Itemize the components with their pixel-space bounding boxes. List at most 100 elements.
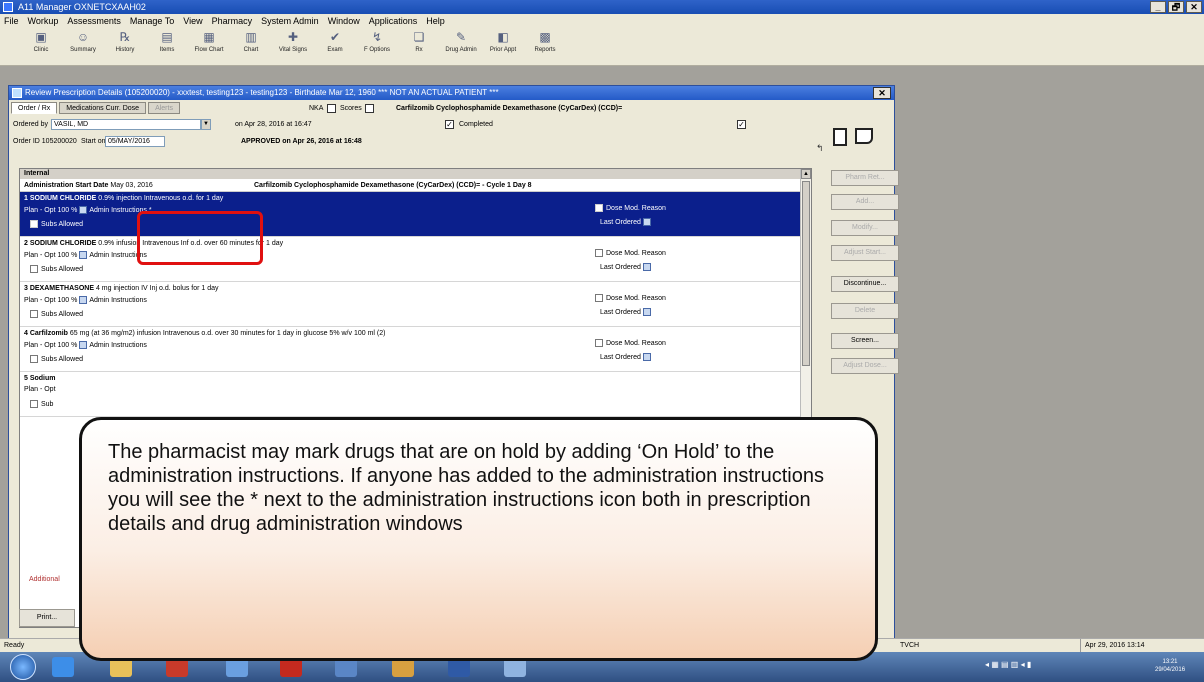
tool-reports[interactable]: ▩ Reports <box>526 28 564 64</box>
document-icon[interactable] <box>833 128 847 146</box>
subs-checkbox[interactable] <box>30 355 38 363</box>
tool-drug-admin[interactable]: ✎ Drug Admin <box>442 28 480 64</box>
menu-applications[interactable]: Applications <box>369 14 418 28</box>
child-close-button[interactable]: ✕ <box>873 87 891 99</box>
last-ordered-icon[interactable] <box>642 218 651 226</box>
subs-checkbox[interactable] <box>30 220 38 228</box>
scroll-thumb[interactable] <box>802 181 810 366</box>
undo-icon[interactable]: ↰ <box>816 143 824 154</box>
exam-icon: ✔ <box>329 30 341 44</box>
tool-rx[interactable]: ❏ Rx <box>400 28 438 64</box>
menubar: File Workup Assessments Manage To View P… <box>0 14 1204 28</box>
delete-button[interactable]: Delete <box>831 303 899 319</box>
subs-label: Subs Allowed <box>41 355 84 363</box>
menu-file[interactable]: File <box>4 14 19 28</box>
restore-button[interactable]: 🗗 <box>1168 1 1184 13</box>
pharm-ret-button[interactable]: Pharm Ret... <box>831 170 899 186</box>
adjust-start-button[interactable]: Adjust Start... <box>831 245 899 261</box>
dose-mod-checkbox[interactable] <box>595 204 603 212</box>
close-button[interactable]: ✕ <box>1186 1 1202 13</box>
tool-flow-chart[interactable]: ▦ Flow Chart <box>190 28 228 64</box>
add-button[interactable]: Add... <box>831 194 899 210</box>
tool-label: Reports <box>534 47 556 53</box>
menu-view[interactable]: View <box>183 14 202 28</box>
tool-label: Items <box>159 47 175 53</box>
tab-alerts[interactable]: Alerts <box>148 102 180 114</box>
menu-system-admin[interactable]: System Admin <box>261 14 319 28</box>
rx-icon: ❏ <box>413 30 425 44</box>
menu-window[interactable]: Window <box>328 14 360 28</box>
subs-label: Subs Allowed <box>41 265 84 273</box>
subs-checkbox[interactable] <box>30 400 38 408</box>
ie-icon[interactable] <box>52 657 74 677</box>
tool-chart[interactable]: ▥ Chart <box>232 28 270 64</box>
last-ordered-icon[interactable] <box>642 308 651 316</box>
tool-prior-appt[interactable]: ◧ Prior Appt <box>484 28 522 64</box>
note-icon[interactable] <box>855 128 873 144</box>
tool-summary[interactable]: ☺ Summary <box>64 28 102 64</box>
subs-checkbox[interactable] <box>30 310 38 318</box>
subs-label: Subs Allowed <box>41 220 84 228</box>
drug-row[interactable]: 3 DEXAMETHASONE 4 mg injection IV Inj o.… <box>20 282 811 327</box>
menu-manage-to[interactable]: Manage To <box>130 14 174 28</box>
additional-label[interactable]: Additional <box>29 576 60 583</box>
menu-assessments[interactable]: Assessments <box>67 14 121 28</box>
toolbar: ▣ Clinic ☺ Summary ℞ History ▤ Items ▦ Flow C… <box>0 28 1204 66</box>
admin-instructions-icon[interactable] <box>79 251 88 259</box>
admin-start-label: Administration Start Date <box>24 182 109 189</box>
tool-options[interactable]: ↯ F Options <box>358 28 396 64</box>
chevron-down-icon[interactable]: ▼ <box>201 119 211 130</box>
minimize-button[interactable]: _ <box>1150 1 1166 13</box>
tool-vital-signs[interactable]: ✚ Vital Signs <box>274 28 312 64</box>
last-ordered-label: Last Ordered <box>600 218 641 226</box>
dose-mod-checkbox[interactable] <box>595 249 603 257</box>
tab-medications[interactable]: Medications Curr. Dose <box>59 102 147 114</box>
admin-instructions-icon[interactable] <box>79 206 88 214</box>
last-ordered-icon[interactable] <box>642 353 651 361</box>
child-titlebar: Review Prescription Details (105200020) … <box>9 86 894 100</box>
screen-button[interactable]: Screen... <box>831 333 899 349</box>
explanation-callout: The pharmacist may mark drugs that are o… <box>79 417 878 661</box>
tool-history[interactable]: ℞ History <box>106 28 144 64</box>
ordered-on-text: on Apr 28, 2016 at 16:47 <box>235 121 312 128</box>
dose-mod-checkbox[interactable] <box>595 339 603 347</box>
tool-items[interactable]: ▤ Items <box>148 28 186 64</box>
ordered-by-field[interactable]: VASIL, MD <box>51 119 201 130</box>
clinic-icon: ▣ <box>35 30 47 44</box>
drug-name: 2 SODIUM CHLORIDE <box>24 240 97 247</box>
admin-instructions-icon[interactable] <box>79 296 88 304</box>
drug-row[interactable]: 4 Carfilzomib 65 mg (at 36 mg/m2) infusi… <box>20 327 811 372</box>
drug-name: 1 SODIUM CHLORIDE <box>24 195 97 202</box>
adjust-dose-button[interactable]: Adjust Dose... <box>831 358 899 374</box>
menu-pharmacy[interactable]: Pharmacy <box>212 14 253 28</box>
tool-clinic[interactable]: ▣ Clinic <box>22 28 60 64</box>
tool-exam[interactable]: ✔ Exam <box>316 28 354 64</box>
menu-help[interactable]: Help <box>426 14 445 28</box>
start-on-field[interactable]: 05/MAY/2016 <box>105 136 165 147</box>
modify-button[interactable]: Modify... <box>831 220 899 236</box>
start-button[interactable] <box>10 654 36 680</box>
tool-label: History <box>115 47 135 53</box>
scores-checkbox[interactable] <box>365 104 374 113</box>
last-ordered-icon[interactable] <box>642 263 651 271</box>
window-icon <box>12 88 22 98</box>
last-ordered-label: Last Ordered <box>600 263 641 271</box>
tool-label: Summary <box>70 47 96 53</box>
flag-checkbox[interactable]: ✓ <box>737 120 746 129</box>
clock[interactable]: 13:21 29/04/2016 <box>1155 658 1185 674</box>
scroll-up-icon[interactable]: ▲ <box>801 169 811 179</box>
completed-checkbox[interactable]: ✓ <box>445 120 454 129</box>
admin-instructions-icon[interactable] <box>79 341 88 349</box>
status-text: Ready <box>4 642 25 649</box>
tool-label: Vital Signs <box>278 47 308 53</box>
drug-row[interactable]: 5 Sodium Plan - Opt Sub <box>20 372 811 417</box>
print-button[interactable]: Print... <box>19 609 75 627</box>
tab-order-rx[interactable]: Order / Rx <box>11 102 58 114</box>
dose-mod-checkbox[interactable] <box>595 294 603 302</box>
subs-checkbox[interactable] <box>30 265 38 273</box>
admin-instructions-label: Admin Instructions <box>89 341 147 349</box>
discontinue-button[interactable]: Discontinue... <box>831 276 899 292</box>
nka-checkbox[interactable] <box>327 104 336 113</box>
menu-workup[interactable]: Workup <box>28 14 59 28</box>
system-tray[interactable]: ◂ ▦ ▤ ▥ ◂ ▮ <box>985 660 1031 669</box>
